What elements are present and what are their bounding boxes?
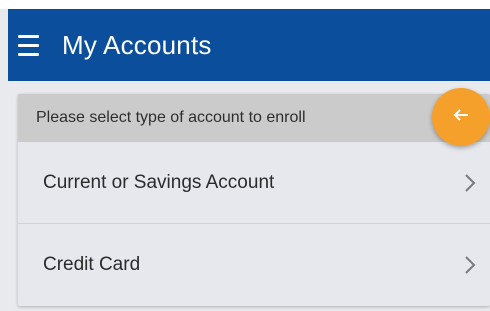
option-label: Current or Savings Account — [43, 171, 275, 193]
chevron-right-icon — [458, 171, 482, 195]
option-label: Credit Card — [43, 254, 141, 275]
page-title: My Accounts — [62, 29, 212, 60]
back-fab-button[interactable] — [432, 88, 490, 146]
option-credit-card[interactable]: Credit Card — [18, 224, 490, 306]
arrow-left-icon — [452, 106, 470, 129]
card-prompt: Please select type of account to enroll — [18, 94, 490, 142]
chevron-right-icon — [458, 253, 482, 277]
status-bar-strip — [0, 0, 490, 9]
option-current-savings-account[interactable]: Current or Savings Account — [18, 142, 490, 224]
app-bar: My Accounts — [8, 9, 490, 81]
menu-icon[interactable] — [18, 9, 58, 81]
account-type-card: Please select type of account to enroll … — [18, 94, 490, 306]
